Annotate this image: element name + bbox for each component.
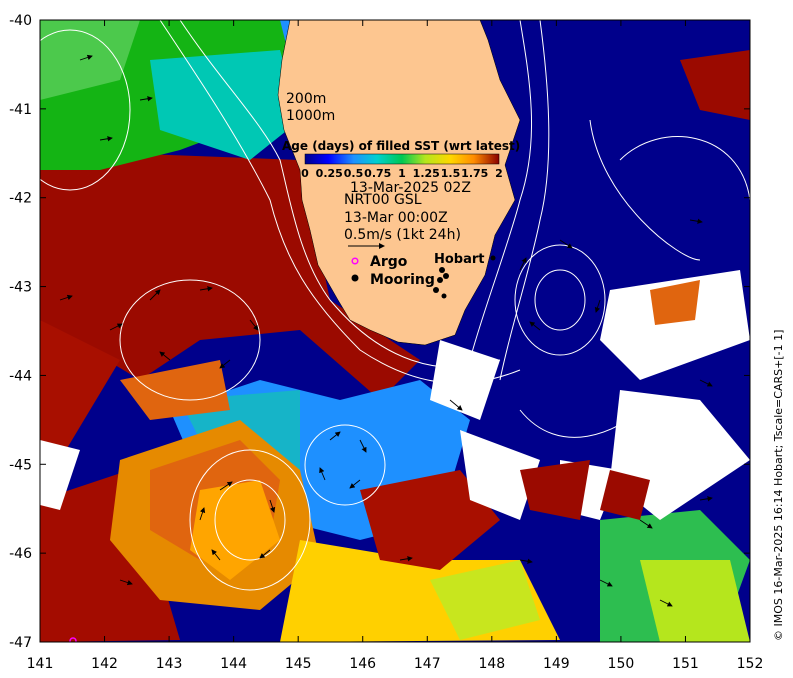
x-tick-label: 151 bbox=[672, 656, 699, 672]
x-tick-label: 143 bbox=[156, 656, 183, 672]
y-tick-label: -46 bbox=[9, 546, 32, 562]
y-tick-label: -42 bbox=[9, 191, 32, 207]
current-source-label: NRT00 GSL bbox=[344, 192, 422, 208]
colorbar-tick-label: 0.75 bbox=[364, 167, 391, 180]
colorbar-tick-label: 1.25 bbox=[413, 167, 440, 180]
imos-credit: © IMOS 16-Mar-2025 16:14 Hobart; Tscale=… bbox=[772, 330, 785, 641]
colorbar-tick-label: 1.75 bbox=[461, 167, 488, 180]
x-tick-label: 149 bbox=[543, 656, 570, 672]
y-tick-label: -47 bbox=[9, 635, 32, 651]
y-tick-label: -44 bbox=[9, 368, 32, 384]
x-tick-label: 152 bbox=[737, 656, 764, 672]
x-tick-label: 145 bbox=[285, 656, 312, 672]
x-tick-label: 142 bbox=[91, 656, 118, 672]
sst-age-field bbox=[40, 20, 750, 642]
colorbar-tick-label: 0.5 bbox=[344, 167, 364, 180]
colorbar-tick-label: 2 bbox=[495, 167, 503, 180]
x-tick-label: 141 bbox=[27, 656, 54, 672]
mooring-legend-icon bbox=[351, 274, 359, 282]
x-tick-label: 150 bbox=[608, 656, 635, 672]
colorbar-tick-labels: 0 0.25 0.5 0.75 1 1.25 1.5 1.75 2 bbox=[301, 167, 503, 180]
x-tick-label: 146 bbox=[349, 656, 376, 672]
current-date: 13-Mar 00:00Z bbox=[344, 210, 448, 226]
x-tick-label: 147 bbox=[414, 656, 441, 672]
y-tick-label: -40 bbox=[9, 13, 32, 29]
colorbar bbox=[304, 153, 500, 165]
sst-age-map: 141 142 143 144 145 146 147 148 149 150 151 152 -40… bbox=[9, 13, 785, 672]
y-tick-label: -41 bbox=[9, 102, 32, 118]
x-tick-label: 148 bbox=[478, 656, 505, 672]
colorbar-tick-label: 1.5 bbox=[441, 167, 461, 180]
argo-label: Argo bbox=[370, 254, 408, 270]
depth-200-label: 200m bbox=[286, 91, 326, 107]
y-tick-label: -43 bbox=[9, 280, 32, 296]
x-tick-label: 144 bbox=[220, 656, 247, 672]
mooring-label: Mooring bbox=[370, 272, 435, 288]
hobart-label: Hobart bbox=[434, 252, 485, 267]
colorbar-title: Age (days) of filled SST (wrt latest) bbox=[282, 139, 520, 153]
colorbar-tick-label: 0.25 bbox=[316, 167, 343, 180]
hobart-marker bbox=[490, 255, 496, 261]
colorbar-tick-label: 0 bbox=[301, 167, 309, 180]
vector-scale-label: 0.5m/s (1kt 24h) bbox=[344, 227, 461, 243]
colorbar-tick-label: 1 bbox=[398, 167, 406, 180]
y-tick-label: -45 bbox=[9, 457, 32, 473]
depth-1000-label: 1000m bbox=[286, 108, 335, 124]
